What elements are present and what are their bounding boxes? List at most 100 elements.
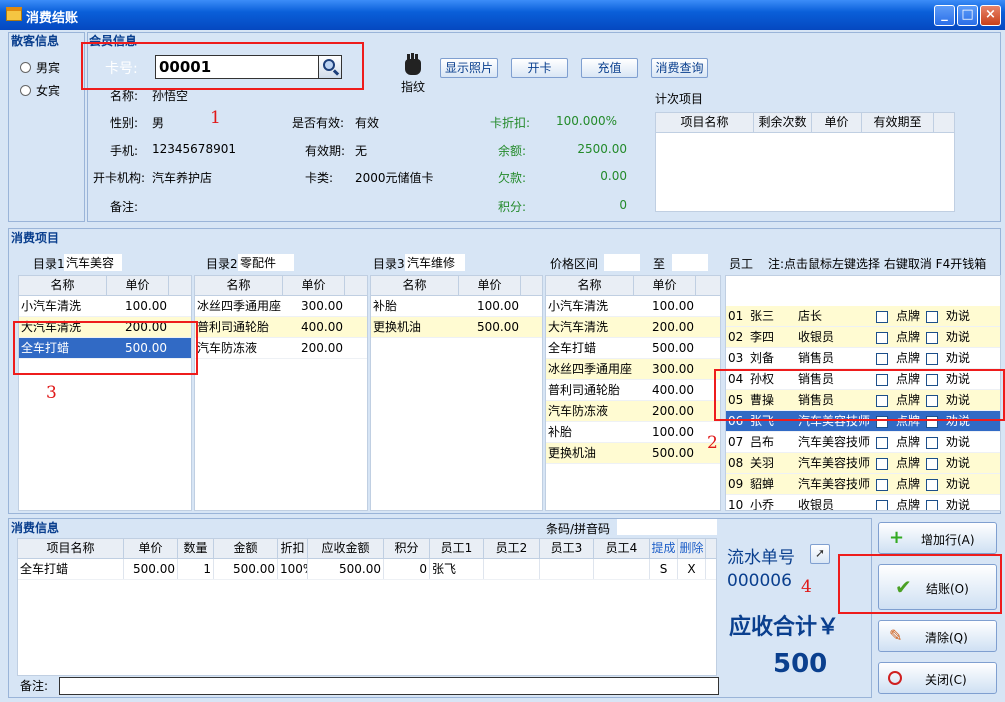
consumption-note-input[interactable] <box>59 677 719 695</box>
persuade-checkbox[interactable] <box>924 495 944 510</box>
staff-name: 刘备 <box>750 351 775 365</box>
persuade-checkbox[interactable] <box>924 432 944 452</box>
point-checkbox[interactable] <box>874 495 894 510</box>
cell-amount: 500.00 <box>214 559 278 579</box>
item-name: 大汽车清洗 <box>548 320 609 334</box>
item-price: 200.00 <box>301 341 343 355</box>
point-checkbox[interactable] <box>874 453 894 473</box>
cat1-field[interactable]: 汽车美容 <box>64 254 122 271</box>
list-item[interactable]: 更换机油 500.00 <box>371 317 542 338</box>
list-item[interactable]: 更换机油 500.00 <box>546 443 720 464</box>
list-item[interactable]: 全车打蜡 500.00 <box>546 338 720 359</box>
close-window-button[interactable]: × <box>980 5 1001 26</box>
minimize-button[interactable]: _ <box>934 5 955 26</box>
item-price: 200.00 <box>652 404 694 418</box>
consumption-query-button[interactable]: 消费查询 <box>651 58 708 78</box>
staff-id: 01 <box>728 309 744 323</box>
male-radio[interactable]: 男宾 <box>20 59 60 76</box>
org-value: 汽车养护店 <box>152 171 213 185</box>
staff-id: 09 <box>728 477 744 491</box>
open-card-button[interactable]: 开卡 <box>511 58 568 78</box>
barcode-input[interactable] <box>617 519 717 535</box>
point-checkbox[interactable] <box>874 474 894 494</box>
item-name: 汽车防冻液 <box>548 404 609 418</box>
staff-title: 员工 <box>729 257 754 271</box>
list-item[interactable]: 汽车防冻液 200.00 <box>546 401 720 422</box>
table-row[interactable]: 全车打蜡500.001500.00100%500.000张飞SX <box>18 559 716 580</box>
staff-role: 汽车美容技师 <box>798 456 871 470</box>
list-item[interactable]: 普利司通轮胎 400.00 <box>546 380 720 401</box>
checkbox-icon <box>876 331 888 344</box>
cell-points: 0 <box>384 559 430 579</box>
list-item[interactable]: 冰丝四季通用座 300.00 <box>195 296 367 317</box>
point-checkbox[interactable] <box>874 432 894 452</box>
cat3-field[interactable]: 汽车维修 <box>405 254 465 271</box>
barcode-label: 条码/拼音码 <box>546 522 611 536</box>
item-price: 100.00 <box>125 299 167 313</box>
count-items-table[interactable]: 项目名称 剩余次数 单价 有效期至 <box>655 112 955 212</box>
persuade-checkbox[interactable] <box>924 327 944 347</box>
list-item[interactable]: 普利司通轮胎 400.00 <box>195 317 367 338</box>
list-item[interactable]: 补胎 100.00 <box>371 296 542 317</box>
persuade-checkbox[interactable] <box>924 474 944 494</box>
fingerprint-hand-icon[interactable] <box>402 53 424 79</box>
list-item[interactable]: 冰丝四季通用座 300.00 <box>546 359 720 380</box>
price-min-input[interactable] <box>604 254 640 271</box>
staff-name: 吕布 <box>750 435 775 449</box>
cell-staff3 <box>540 559 594 579</box>
item-name: 补胎 <box>373 299 398 313</box>
staff-row[interactable]: 09 貂蝉 汽车美容技师 点牌 劝说 <box>726 474 1000 495</box>
cell-delete[interactable]: X <box>678 559 706 579</box>
clear-button[interactable]: ✎ 清除(Q) <box>878 620 997 652</box>
total-value: 500 <box>773 649 828 679</box>
cat2-field[interactable]: 零配件 <box>238 254 294 271</box>
item-name: 冰丝四季通用座 <box>197 299 282 313</box>
col-header: 名称 <box>371 276 459 295</box>
item-list-2[interactable]: 名称 单价 冰丝四季通用座 300.00 普利司通轮胎 400.00 汽车防冻液 200.00 <box>194 275 368 511</box>
add-row-button[interactable]: + 增加行(A) <box>878 522 997 554</box>
persuade-checkbox[interactable] <box>924 453 944 473</box>
col-header: 单价 <box>812 113 862 132</box>
maximize-button[interactable]: □ <box>957 5 978 26</box>
list-item[interactable]: 汽车防冻液 200.00 <box>195 338 367 359</box>
price-max-input[interactable] <box>672 254 708 271</box>
list-item[interactable]: 小汽车清洗 100.00 <box>546 296 720 317</box>
item-name: 小汽车清洗 <box>548 299 609 313</box>
staff-row[interactable]: 01 张三 店长 点牌 劝说 <box>726 306 1000 327</box>
col-header: 名称 <box>546 276 634 295</box>
show-photo-button[interactable]: 显示照片 <box>440 58 498 78</box>
owed-label: 欠款: <box>498 171 527 185</box>
item-price: 300.00 <box>652 362 694 376</box>
staff-row[interactable]: 08 关羽 汽车美容技师 点牌 劝说 <box>726 453 1000 474</box>
close-button[interactable]: 关闭(C) <box>878 662 997 694</box>
item-name: 补胎 <box>548 425 573 439</box>
item-list-header: 名称 单价 <box>371 276 542 296</box>
col-header: 删除 <box>678 539 706 558</box>
serial-pointer-button[interactable]: ➚ <box>810 544 830 564</box>
female-radio[interactable]: 女宾 <box>20 82 60 99</box>
discount-label: 卡折扣: <box>490 116 531 130</box>
consumption-table[interactable]: 项目名称 单价 数量 金额 折扣 应收金额 积分 员工1 员工2 员工3 员工4 提成 删除 全车打蜡 50… <box>17 538 717 676</box>
item-list-1[interactable]: 名称 单价 小汽车清洗 100.00 大汽车清洗 200.00 全车打蜡 500.00 <box>18 275 192 511</box>
cell-commission[interactable]: S <box>650 559 678 579</box>
point-checkbox[interactable] <box>874 327 894 347</box>
staff-row[interactable]: 10 小乔 收银员 点牌 劝说 <box>726 495 1000 510</box>
staff-name: 李四 <box>750 330 775 344</box>
col-header: 积分 <box>384 539 430 558</box>
staff-row[interactable]: 07 吕布 汽车美容技师 点牌 劝说 <box>726 432 1000 453</box>
recharge-button[interactable]: 充值 <box>581 58 638 78</box>
item-list-4[interactable]: 名称 单价 小汽车清洗 100.00 大汽车清洗 200.00 全车打蜡 500.00 冰丝四季… <box>545 275 721 511</box>
list-item[interactable]: 补胎 100.00 <box>546 422 720 443</box>
persuade-checkbox[interactable] <box>924 306 944 326</box>
list-item[interactable]: 小汽车清洗 100.00 <box>19 296 191 317</box>
persuade-checkbox[interactable] <box>924 348 944 368</box>
item-list-3[interactable]: 名称 单价 补胎 100.00 更换机油 500.00 <box>370 275 543 511</box>
callout-number-3: 3 <box>46 383 57 403</box>
point-checkbox[interactable] <box>874 348 894 368</box>
list-item[interactable]: 大汽车清洗 200.00 <box>546 317 720 338</box>
item-name: 普利司通轮胎 <box>548 383 621 397</box>
point-checkbox[interactable] <box>874 306 894 326</box>
item-price: 100.00 <box>652 425 694 439</box>
staff-row[interactable]: 02 李四 收银员 点牌 劝说 <box>726 327 1000 348</box>
staff-row[interactable]: 03 刘备 销售员 点牌 劝说 <box>726 348 1000 369</box>
